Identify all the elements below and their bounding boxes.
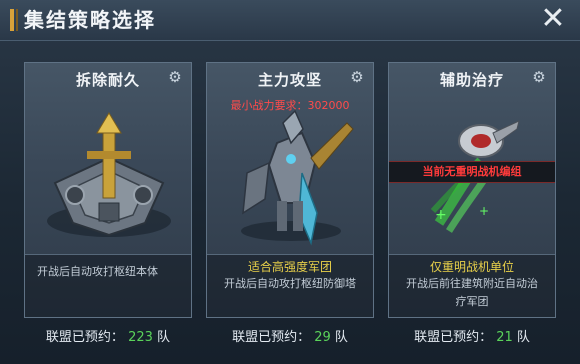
card-footer: 适合高强度军团 开战后自动攻打枢纽防御塔 [207, 254, 373, 317]
card-description: 开战后自动攻打枢纽本体 [37, 265, 158, 278]
svg-text:+: + [479, 204, 489, 218]
title-accent-bar-dark [16, 9, 18, 31]
stat-value: 21 [496, 330, 513, 345]
reservation-count-demolish: 联盟已预约： 223 队 [24, 326, 192, 345]
card-footer: 仅重明战机单位 开战后前往建筑附近自动治疗军团 [389, 254, 555, 317]
page-title: 集结策略选择 [24, 8, 156, 32]
no-unit-warning-banner: 当前无重明战机编组 [389, 161, 555, 183]
strategy-card-main-assault[interactable]: 主力攻坚 ⚙ 最小战力要求：302000 适合高强度军团 开战后自动攻打枢纽防御… [206, 62, 374, 318]
strategy-card-support-heal[interactable]: 辅助治疗 ⚙ + + 当前无重明战机编组 仅重明战机单位 开战后前往建筑附近自动… [388, 62, 556, 318]
card-highlight: 适合高强度军团 [247, 260, 332, 274]
reservation-count-support-heal: 联盟已预约： 21 队 [388, 326, 556, 345]
stat-unit: 队 [334, 330, 348, 345]
gear-icon[interactable]: ⚙ [167, 69, 183, 85]
stat-unit: 队 [157, 330, 171, 345]
siege-unit-image [47, 112, 171, 237]
gear-icon[interactable]: ⚙ [531, 69, 547, 85]
strategy-card-demolish[interactable]: 拆除耐久 ⚙ 开战后自动攻打枢纽本体 [24, 62, 192, 318]
svg-text:+: + [435, 207, 447, 223]
reservation-count-main-assault: 联盟已预约： 29 队 [206, 326, 374, 345]
card-highlight: 仅重明战机单位 [429, 260, 514, 274]
stat-label: 联盟已预约： [45, 330, 124, 345]
card-description: 开战后自动攻打枢纽防御塔 [224, 277, 356, 290]
title-bar: 集结策略选择 ✕ [0, 0, 580, 41]
stat-label: 联盟已预约： [414, 330, 493, 345]
close-icon[interactable]: ✕ [536, 2, 570, 36]
gear-icon[interactable]: ⚙ [349, 69, 365, 85]
title-accent-bar [10, 9, 14, 31]
mech-unit-image [241, 109, 354, 246]
stat-value: 29 [314, 330, 331, 345]
card-description: 开战后前往建筑附近自动治疗军团 [406, 277, 538, 308]
card-footer: 开战后自动攻打枢纽本体 [25, 254, 191, 317]
stat-unit: 队 [516, 330, 530, 345]
stat-label: 联盟已预约： [232, 330, 311, 345]
stat-value: 223 [128, 330, 153, 345]
